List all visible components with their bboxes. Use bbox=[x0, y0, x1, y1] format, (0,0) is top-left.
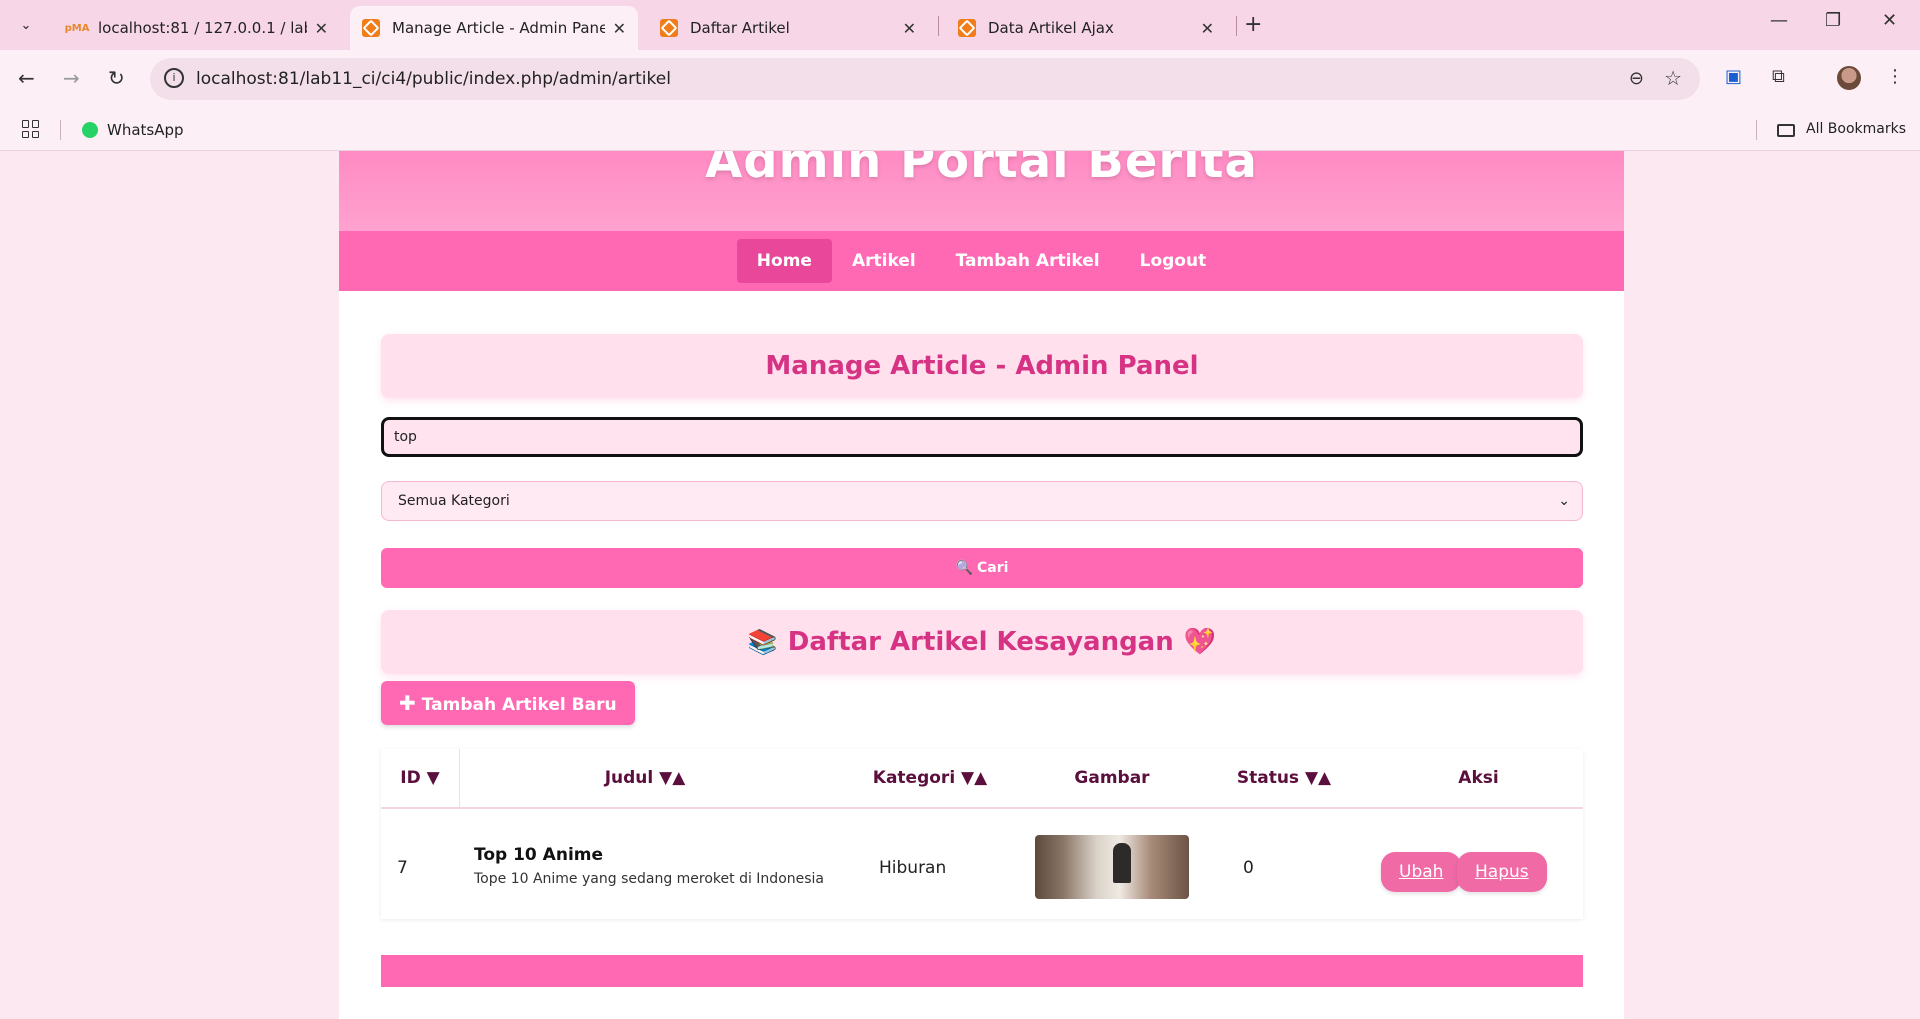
plus-icon: ✚ bbox=[399, 691, 416, 715]
chevron-down-icon: ⌄ bbox=[1558, 493, 1570, 509]
site-info-icon[interactable]: i bbox=[164, 68, 184, 88]
cell-status: 0 bbox=[1243, 858, 1254, 878]
address-bar[interactable]: i localhost:81/lab11_ci/ci4/public/index… bbox=[150, 58, 1700, 100]
delete-button[interactable]: Hapus bbox=[1457, 852, 1547, 892]
close-icon[interactable]: ✕ bbox=[1201, 19, 1214, 38]
tab-divider bbox=[1236, 16, 1237, 36]
bookmark-whatsapp[interactable]: WhatsApp bbox=[107, 121, 184, 139]
cell-kategori: Hiburan bbox=[879, 858, 947, 878]
tab-daftar-artikel[interactable]: Daftar Artikel ✕ bbox=[648, 6, 928, 50]
browser-toolbar: ← → ↻ i localhost:81/lab11_ci/ci4/public… bbox=[0, 50, 1920, 108]
main-navbar: Home Artikel Tambah Artikel Logout bbox=[339, 231, 1624, 291]
bookmarks-bar: WhatsApp All Bookmarks bbox=[0, 108, 1920, 151]
close-icon[interactable]: ✕ bbox=[315, 19, 328, 38]
th-status[interactable]: Status ▼▲ bbox=[1194, 749, 1374, 807]
nav-artikel[interactable]: Artikel bbox=[832, 239, 936, 283]
add-article-button[interactable]: ✚ Tambah Artikel Baru bbox=[381, 681, 635, 725]
url-text[interactable]: localhost:81/lab11_ci/ci4/public/index.p… bbox=[196, 69, 671, 89]
articles-table: ID ▼ Judul ▼▲ Kategori ▼▲ Gambar Status … bbox=[381, 749, 1583, 919]
tab-divider bbox=[938, 16, 939, 36]
th-kategori[interactable]: Kategori ▼▲ bbox=[830, 749, 1030, 807]
heart-icon: 💖 bbox=[1183, 627, 1217, 657]
tab-manage-article[interactable]: Manage Article - Admin Panel ✕ bbox=[350, 6, 638, 50]
table-header: ID ▼ Judul ▼▲ Kategori ▼▲ Gambar Status … bbox=[381, 749, 1583, 809]
whatsapp-icon bbox=[82, 122, 98, 138]
extensions-puzzle-icon[interactable]: ⧉ bbox=[1772, 66, 1785, 87]
xampp-icon bbox=[362, 19, 380, 37]
xampp-icon bbox=[660, 19, 678, 37]
restore-icon[interactable]: ❐ bbox=[1825, 10, 1841, 31]
edit-button[interactable]: Ubah bbox=[1381, 852, 1462, 892]
list-title-text: Daftar Artikel Kesayangan bbox=[787, 627, 1174, 657]
footer-bar bbox=[381, 955, 1583, 987]
search-button-label: Cari bbox=[977, 560, 1009, 576]
bookmark-divider bbox=[60, 120, 61, 140]
reload-icon[interactable]: ↻ bbox=[108, 66, 125, 90]
category-select[interactable]: Semua Kategori ⌄ bbox=[381, 481, 1583, 521]
nav-logout[interactable]: Logout bbox=[1120, 239, 1227, 283]
all-bookmarks-link[interactable]: All Bookmarks bbox=[1806, 121, 1906, 137]
folder-icon bbox=[1777, 124, 1795, 137]
apps-grid-icon[interactable] bbox=[22, 120, 40, 138]
th-id[interactable]: ID ▼ bbox=[381, 749, 459, 807]
tab-search-chevron-icon[interactable]: ⌄ bbox=[12, 11, 40, 39]
tab-data-artikel-ajax[interactable]: Data Artikel Ajax ✕ bbox=[946, 6, 1226, 50]
bookmark-divider bbox=[1756, 120, 1757, 140]
th-judul[interactable]: Judul ▼▲ bbox=[460, 749, 830, 807]
article-title: Top 10 Anime bbox=[474, 845, 604, 865]
back-arrow-icon[interactable]: ← bbox=[18, 66, 35, 90]
search-button[interactable]: 🔍 Cari bbox=[381, 548, 1583, 588]
page-viewport: Admin Portal Berita Home Artikel Tambah … bbox=[0, 151, 1920, 1019]
profile-avatar[interactable] bbox=[1837, 66, 1861, 90]
cell-id: 7 bbox=[397, 858, 408, 878]
add-article-label: Tambah Artikel Baru bbox=[421, 695, 617, 715]
article-thumbnail bbox=[1035, 835, 1189, 899]
browser-tab-bar: ⌄ pMA localhost:81 / 127.0.0.1 / lab_ci4… bbox=[0, 0, 1920, 50]
books-icon: 📚 bbox=[747, 628, 778, 656]
xampp-icon bbox=[958, 19, 976, 37]
phpmyadmin-icon: pMA bbox=[64, 22, 90, 34]
manage-title-text: Manage Article - Admin Panel bbox=[765, 351, 1199, 381]
more-menu-icon[interactable]: ⋮ bbox=[1886, 66, 1904, 87]
category-select-value: Semua Kategori bbox=[398, 493, 510, 509]
close-icon[interactable]: ✕ bbox=[613, 19, 626, 38]
page-container: Admin Portal Berita Home Artikel Tambah … bbox=[339, 151, 1624, 1019]
site-header: Admin Portal Berita bbox=[339, 151, 1624, 231]
article-description: Tope 10 Anime yang sedang meroket di Ind… bbox=[474, 871, 825, 887]
site-title: Admin Portal Berita bbox=[705, 151, 1258, 189]
new-tab-plus-icon[interactable]: + bbox=[1244, 12, 1262, 37]
forward-arrow-icon[interactable]: → bbox=[63, 66, 80, 90]
magnifier-icon: 🔍 bbox=[955, 560, 973, 576]
screen-capture-icon[interactable]: ▣ bbox=[1725, 66, 1742, 87]
th-aksi: Aksi bbox=[1458, 768, 1499, 788]
list-title: 📚 Daftar Artikel Kesayangan 💖 bbox=[381, 610, 1583, 674]
nav-home[interactable]: Home bbox=[736, 239, 832, 283]
bookmark-star-icon[interactable]: ☆ bbox=[1664, 66, 1682, 90]
tab-phpmyadmin[interactable]: pMA localhost:81 / 127.0.0.1 / lab_ci4 ✕ bbox=[56, 6, 340, 50]
cell-judul: Top 10 Anime Tope 10 Anime yang sedang m… bbox=[474, 845, 834, 887]
zoom-icon[interactable]: ⊖ bbox=[1629, 68, 1644, 89]
nav-tambah-artikel[interactable]: Tambah Artikel bbox=[936, 239, 1120, 283]
search-input[interactable]: top bbox=[381, 417, 1583, 457]
window-close-icon[interactable]: ✕ bbox=[1882, 10, 1897, 31]
close-icon[interactable]: ✕ bbox=[903, 19, 916, 38]
th-gambar: Gambar bbox=[1074, 768, 1150, 788]
page-title: Manage Article - Admin Panel bbox=[381, 334, 1583, 398]
minimize-icon[interactable]: — bbox=[1770, 10, 1788, 31]
